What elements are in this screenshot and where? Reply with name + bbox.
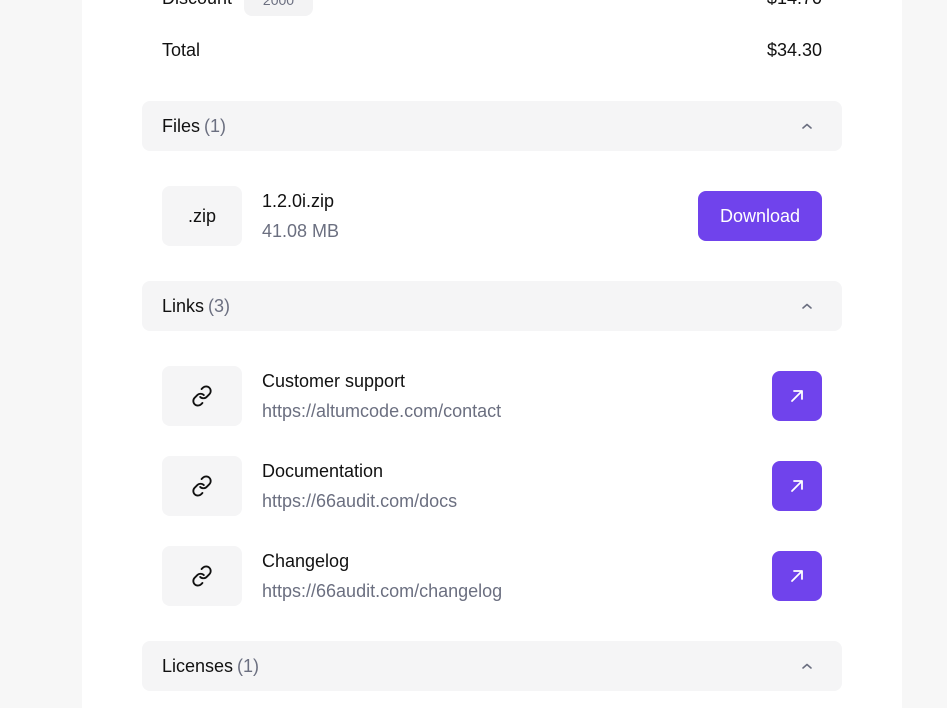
link-title: Customer support bbox=[262, 371, 406, 391]
link-icon bbox=[192, 475, 212, 497]
file-name: 1.2.0i.zip bbox=[262, 191, 335, 211]
chevron-up-icon[interactable] bbox=[796, 658, 818, 674]
link-url[interactable]: https://66audit.com/changelog bbox=[262, 581, 502, 602]
discount-amount: -$14.70 bbox=[761, 0, 822, 9]
open-link-button[interactable] bbox=[772, 371, 822, 421]
chevron-up-icon[interactable] bbox=[796, 298, 818, 314]
link-title: Documentation bbox=[262, 461, 384, 481]
chevron-up-icon[interactable] bbox=[796, 118, 818, 134]
links-section-title: Links (3) bbox=[162, 296, 230, 317]
link-title: Changelog bbox=[262, 551, 350, 571]
links-section-header[interactable]: Links (3) bbox=[142, 281, 842, 331]
files-section-title: Files (1) bbox=[162, 116, 226, 137]
open-link-button[interactable] bbox=[772, 551, 822, 601]
link-icon-box bbox=[162, 366, 242, 426]
link-icon bbox=[192, 565, 212, 587]
external-arrow-icon bbox=[791, 390, 803, 402]
link-icon bbox=[192, 385, 212, 407]
external-arrow-icon bbox=[791, 570, 803, 582]
file-type-badge: .zip bbox=[162, 186, 242, 246]
licenses-title-text: Licenses bbox=[162, 656, 234, 676]
licenses-section-header[interactable]: Licenses (1) bbox=[142, 641, 842, 691]
links-title-text: Links bbox=[162, 296, 205, 316]
file-extension: .zip bbox=[187, 205, 216, 226]
open-link-button[interactable] bbox=[772, 461, 822, 511]
discount-label: Discount bbox=[162, 0, 232, 9]
link-url[interactable]: https://altumcode.com/contact bbox=[262, 401, 501, 422]
download-button[interactable]: Download bbox=[698, 191, 822, 241]
total-label: Total bbox=[162, 40, 201, 60]
file-size: 41.08 MB bbox=[262, 221, 340, 241]
total-value: $34.30 bbox=[766, 40, 822, 60]
files-title-text: Files bbox=[162, 116, 201, 136]
discount-code-badge: 2000 bbox=[244, 0, 313, 16]
link-url[interactable]: https://66audit.com/docs bbox=[262, 491, 457, 512]
order-details-card: Discount 2000 -$14.70 Total $34.30 Files… bbox=[82, 0, 902, 708]
files-section-header[interactable]: Files (1) bbox=[142, 101, 842, 151]
files-count: (1) bbox=[204, 116, 227, 136]
link-icon-box bbox=[162, 546, 242, 606]
links-count: (3) bbox=[208, 296, 231, 316]
licenses-count: (1) bbox=[237, 656, 260, 676]
external-arrow-icon bbox=[791, 480, 803, 492]
licenses-section-title: Licenses (1) bbox=[162, 656, 259, 677]
link-icon-box bbox=[162, 456, 242, 516]
